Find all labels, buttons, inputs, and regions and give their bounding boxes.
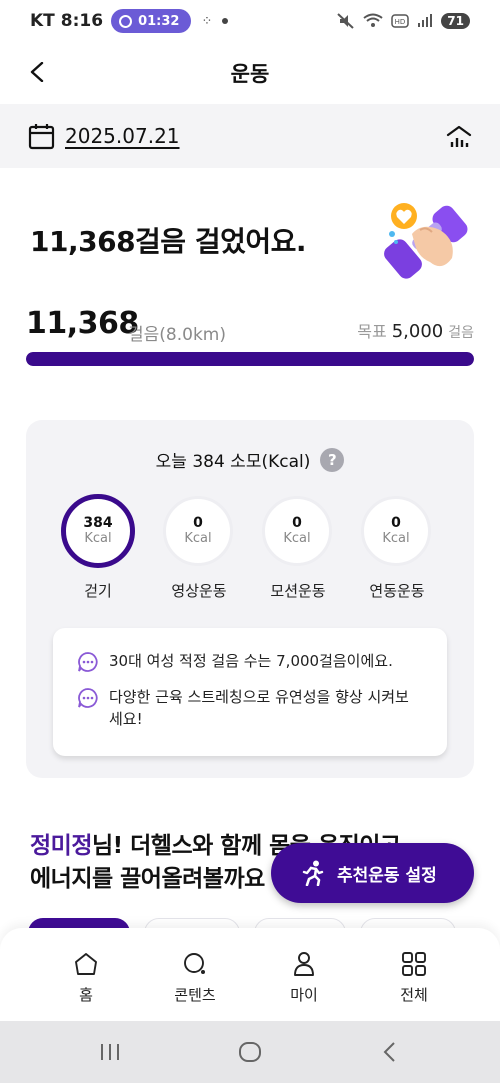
search-icon <box>184 953 205 974</box>
calorie-value: 0 <box>391 515 401 531</box>
calendar-icon[interactable] <box>28 123 55 150</box>
status-icons: HD 71 <box>337 13 470 29</box>
app-notification-icon: ⁘ <box>201 13 213 29</box>
page-title: 운동 <box>230 62 270 86</box>
date-selector[interactable]: 2025.07.21 <box>65 124 180 148</box>
back-button-icon[interactable] <box>378 1040 402 1064</box>
calorie-unit: Kcal <box>184 531 212 546</box>
home-icon <box>75 953 97 975</box>
stopwatch-icon <box>119 14 133 28</box>
calorie-circle-video[interactable]: 0 Kcal <box>163 496 233 566</box>
app-header: 운동 <box>0 42 500 104</box>
calorie-unit: Kcal <box>283 531 311 546</box>
calorie-circle-linked[interactable]: 0 Kcal <box>361 496 431 566</box>
bottom-navigation: 홈 콘텐츠 마이 전체 <box>0 928 500 1021</box>
mute-icon <box>337 13 354 29</box>
calorie-label-motion: 모션운동 <box>270 582 326 600</box>
carrier-label: KT <box>30 11 55 31</box>
calorie-value: 0 <box>193 515 203 531</box>
calorie-value: 384 <box>83 515 113 531</box>
nav-my[interactable]: 마이 <box>259 950 349 1005</box>
dumbbell-illustration-icon <box>384 203 468 279</box>
home-button-icon[interactable] <box>238 1040 262 1064</box>
date-bar: 2025.07.21 <box>0 104 500 168</box>
timer-value: 01:32 <box>138 13 180 29</box>
calorie-title-row: 오늘 384 소모(Kcal) ? <box>26 447 474 472</box>
clock: 8:16 <box>60 11 104 31</box>
nav-label: 전체 <box>400 986 428 1004</box>
calorie-card: 오늘 384 소모(Kcal) ? 384 Kcal 0 Kcal 0 Kcal… <box>26 420 474 778</box>
statistics-icon[interactable] <box>446 124 472 148</box>
nav-label: 콘텐츠 <box>174 986 216 1004</box>
tips-box: 30대 여성 적정 걸음 수는 7,000걸음이에요. 다양한 근육 스트레칭으… <box>53 628 447 756</box>
calorie-circle-walking[interactable]: 384 Kcal <box>61 494 135 568</box>
steps-goal: 목표 5,000 걸음 <box>357 318 474 342</box>
grid-icon <box>402 952 426 976</box>
battery-icon: 71 <box>441 13 470 29</box>
running-person-icon <box>302 860 324 886</box>
notification-dot-icon <box>222 18 229 24</box>
status-bar: KT 8:16 01:32 ⁘ HD 71 <box>0 0 500 42</box>
calorie-value: 0 <box>292 515 302 531</box>
system-navigation-bar <box>0 1021 500 1083</box>
chat-bubble-icon <box>78 652 98 672</box>
back-arrow-icon[interactable] <box>28 62 48 82</box>
calorie-unit: Kcal <box>84 531 112 546</box>
steps-progress-fill <box>26 352 474 366</box>
nav-home[interactable]: 홈 <box>41 950 131 1005</box>
calorie-unit: Kcal <box>382 531 410 546</box>
goal-label: 목표 <box>357 322 387 341</box>
wifi-icon <box>363 13 383 27</box>
chat-bubble-icon <box>78 688 98 708</box>
calorie-label-video: 영상운동 <box>171 582 227 600</box>
nav-label: 마이 <box>290 986 318 1004</box>
signal-icon <box>418 14 433 27</box>
tip-text: 다양한 근육 스트레칭으로 유연성을 향상 시켜보세요! <box>109 688 409 728</box>
nav-contents[interactable]: 콘텐츠 <box>150 950 240 1005</box>
steps-progress-bar <box>26 352 474 366</box>
help-icon[interactable]: ? <box>320 447 345 472</box>
goal-unit: 걸음 <box>448 325 474 341</box>
calorie-circle-motion[interactable]: 0 Kcal <box>262 496 332 566</box>
nav-all[interactable]: 전체 <box>369 950 459 1005</box>
steps-count: 11,368 <box>26 306 139 341</box>
goal-value: 5,000 <box>391 321 444 342</box>
person-icon <box>294 952 314 976</box>
tip-text: 30대 여성 적정 걸음 수는 7,000걸음이에요. <box>109 652 393 670</box>
calorie-label-linked: 연동운동 <box>369 582 425 600</box>
timer-pill[interactable]: 01:32 <box>111 9 192 33</box>
tip-item: 30대 여성 적정 걸음 수는 7,000걸음이에요. <box>77 650 427 673</box>
fab-label: 추천운동 설정 <box>337 865 437 886</box>
recent-apps-icon[interactable] <box>98 1040 122 1064</box>
steps-distance: 걸음(8.0km) <box>128 325 226 345</box>
svg-text:HD: HD <box>395 18 406 26</box>
tip-item: 다양한 근육 스트레칭으로 유연성을 향상 시켜보세요! <box>77 686 427 730</box>
recommended-workout-button[interactable]: 추천운동 설정 <box>271 843 474 903</box>
nav-label: 홈 <box>79 986 93 1004</box>
calorie-label-walking: 걷기 <box>84 582 112 600</box>
steps-headline: 11,368걸음 걸었어요. <box>30 225 307 258</box>
user-name: 정미정 <box>30 833 92 859</box>
hd-icon: HD <box>391 14 410 28</box>
calorie-title: 오늘 384 소모(Kcal) <box>155 452 311 472</box>
